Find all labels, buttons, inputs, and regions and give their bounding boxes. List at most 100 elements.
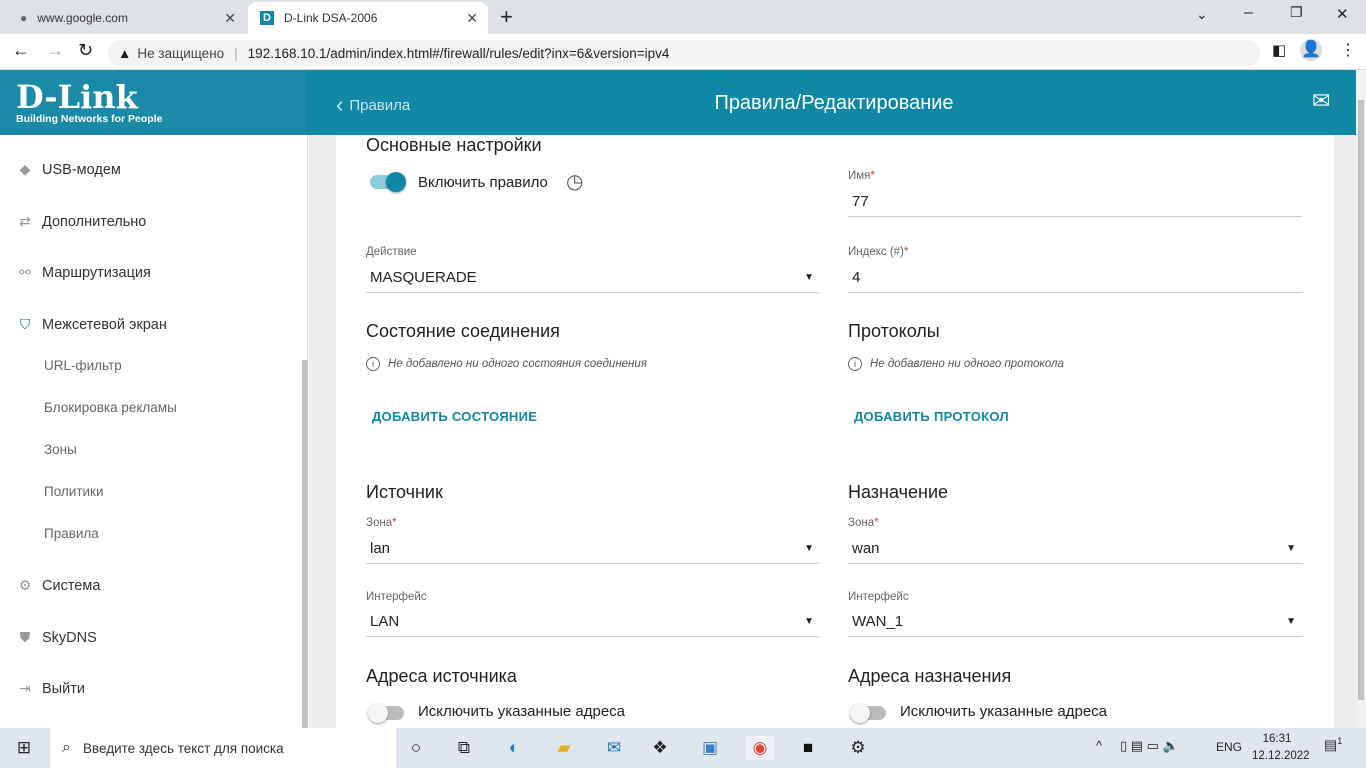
security-status[interactable]: Не защищено (137, 46, 224, 61)
dst-interface-select[interactable]: WAN_1 ▼ (848, 607, 1302, 637)
forward-icon[interactable]: → (46, 40, 64, 61)
usb-icon: ◆ (19, 161, 31, 177)
sidebar-item-firewall[interactable]: ⛉ Межсетевой экран (16, 316, 167, 333)
new-tab-icon[interactable]: + (500, 4, 513, 30)
name-input[interactable]: 77 (848, 187, 1302, 217)
clock-icon[interactable]: ◷ (566, 169, 583, 194)
sidebar-item-logout[interactable]: ⇥ Выйти (16, 680, 85, 697)
tray-icons[interactable]: ▯ ▤ ▭ 🔈 (1120, 738, 1179, 754)
logout-icon: ⇥ (19, 680, 31, 696)
dst-interface-label: Интерфейс (848, 591, 909, 603)
taskbar: ⊞ ⌕ Введите здесь текст для поиска ○ ⧉ ◐ … (0, 728, 1366, 768)
gear-icon: ⚙ (18, 577, 32, 593)
section-title-src-addresses: Адреса источника (366, 666, 517, 686)
sidebar-subitem-zones[interactable]: Зоны (44, 442, 77, 457)
src-exclude-toggle[interactable] (368, 703, 404, 723)
enable-rule-toggle[interactable] (370, 172, 406, 192)
maximize-icon[interactable]: ❐ (1290, 4, 1303, 21)
menu-icon[interactable]: ⋮ (1340, 40, 1356, 60)
sidebar-item-usb[interactable]: ◆ USB-модем (16, 161, 121, 178)
mail-icon[interactable]: ✉ (1312, 88, 1330, 114)
notification-icon[interactable]: ▤1 (1324, 736, 1342, 754)
close-window-icon[interactable]: ✕ (1336, 5, 1349, 23)
tab-dlink[interactable]: D D-Link DSA-2006 ✕ (248, 2, 488, 34)
src-exclude-label: Исключить указанные адреса (418, 703, 625, 720)
dropbox-icon[interactable]: ❖ (648, 736, 672, 760)
arrows-icon: ⇄ (19, 213, 31, 229)
sidebar-subitem-policies[interactable]: Политики (44, 484, 104, 499)
sidebar-scrollbar[interactable] (302, 360, 308, 728)
dst-exclude-toggle[interactable] (850, 703, 886, 723)
action-select[interactable]: MASQUERADE ▼ (366, 263, 820, 293)
clock[interactable]: 16:31 12.12.2022 (1252, 731, 1310, 765)
language-indicator[interactable]: ENG (1216, 740, 1242, 754)
taskbar-search[interactable]: ⌕ Введите здесь текст для поиска (50, 728, 396, 768)
section-title-conn-state: Состояние соединения (366, 321, 560, 341)
sidebar-subitem-adblock[interactable]: Блокировка рекламы (44, 400, 177, 415)
add-protocol-button[interactable]: ДОБАВИТЬ ПРОТОКОЛ (854, 409, 1009, 424)
sidebar-item-advanced[interactable]: ⇄ Дополнительно (16, 213, 146, 230)
close-tab-icon[interactable]: ✕ (466, 10, 478, 27)
logo-brand: D-Link (16, 78, 138, 116)
settings-icon[interactable]: ⚙ (846, 736, 870, 760)
sidebar-item-system[interactable]: ⚙ Система (16, 577, 101, 594)
sidebar-subitem-url-filter[interactable]: URL-фильтр (44, 358, 122, 373)
tab-strip: ● www.google.com ✕ D D-Link DSA-2006 ✕ +… (0, 0, 1366, 34)
page-scrollbar[interactable] (1356, 70, 1366, 728)
mail-app-icon[interactable]: ✉ (602, 736, 626, 760)
info-icon: i (848, 357, 862, 371)
sidebar-subitem-rules[interactable]: Правила (44, 526, 99, 541)
address-bar[interactable]: ▲ Не защищено | 192.168.10.1/admin/index… (108, 40, 1260, 66)
section-title-destination: Назначение (848, 482, 949, 502)
file-explorer-icon[interactable]: ▰ (552, 736, 576, 760)
sidebar-item-routing[interactable]: ⚯ Маршрутизация (16, 264, 151, 281)
close-tab-icon[interactable]: ✕ (224, 10, 236, 27)
chrome-icon[interactable]: ◉ (746, 736, 774, 760)
section-title-source: Источник (366, 482, 443, 502)
section-title-main: Основные настройки (366, 135, 542, 155)
routing-icon: ⚯ (19, 264, 31, 280)
dropdown-arrow-icon: ▼ (1286, 543, 1296, 554)
src-interface-label: Интерфейс (366, 591, 427, 603)
terminal-icon[interactable]: ■ (796, 736, 820, 760)
windows-start-icon[interactable]: ⊞ (12, 736, 36, 760)
page-header: ‹ Правила Правила/Редактирование ✉ (308, 70, 1366, 135)
edge-icon[interactable]: ◐ (502, 736, 526, 760)
index-input[interactable]: 4 (848, 263, 1302, 293)
page-title: Правила/Редактирование (714, 92, 954, 114)
minimize-icon[interactable]: – (1244, 4, 1253, 22)
tray-chevron-icon[interactable]: ^ (1096, 738, 1102, 753)
src-zone-select[interactable]: lan ▼ (366, 534, 820, 564)
section-title-dst-addresses: Адреса назначения (848, 666, 1012, 686)
dropdown-arrow-icon: ▼ (1286, 616, 1296, 627)
dlink-logo[interactable]: D-Link Building Networks for People (0, 70, 308, 135)
shield-icon: ⛉ (19, 316, 31, 332)
skydns-shield-icon: ⛊ (19, 629, 31, 645)
side-panel-icon[interactable]: ◧ (1272, 41, 1286, 59)
sidebar-item-skydns[interactable]: ⛊ SkyDNS (16, 629, 97, 646)
info-icon: i (366, 357, 380, 371)
profile-avatar[interactable]: 👤 (1300, 39, 1322, 61)
control-panel-icon[interactable]: ▣ (698, 736, 722, 760)
back-icon[interactable]: ← (12, 40, 30, 61)
dst-zone-select[interactable]: wan ▼ (848, 534, 1302, 564)
action-label: Действие (366, 246, 417, 258)
globe-icon: ● (20, 11, 28, 25)
warning-icon: ▲ (118, 45, 132, 61)
add-state-button[interactable]: ДОБАВИТЬ СОСТОЯНИЕ (372, 409, 537, 424)
logo-tagline: Building Networks for People (16, 113, 163, 125)
dropdown-arrow-icon: ▼ (804, 272, 814, 283)
protocols-info: i Не добавлено ни одного протокола (848, 357, 1064, 371)
url-text[interactable]: 192.168.10.1/admin/index.html#/firewall/… (248, 46, 670, 61)
section-title-protocols: Протоколы (848, 321, 940, 341)
conn-state-info: i Не добавлено ни одного состояния соедин… (366, 357, 647, 371)
rule-form: Основные настройки Включить правило ◷ Им… (336, 135, 1334, 728)
reload-icon[interactable]: ↻ (78, 40, 93, 61)
cortana-icon[interactable]: ○ (404, 736, 428, 760)
task-view-icon[interactable]: ⧉ (452, 736, 476, 760)
tab-search-icon[interactable]: ⌄ (1196, 6, 1208, 23)
index-label: Индекс (#)* (848, 246, 909, 258)
sidebar: ◆ USB-модем ⇄ Дополнительно ⚯ Маршрутизация… (0, 135, 308, 728)
tab-google[interactable]: ● www.google.com ✕ (8, 2, 246, 34)
src-interface-select[interactable]: LAN ▼ (366, 607, 820, 637)
